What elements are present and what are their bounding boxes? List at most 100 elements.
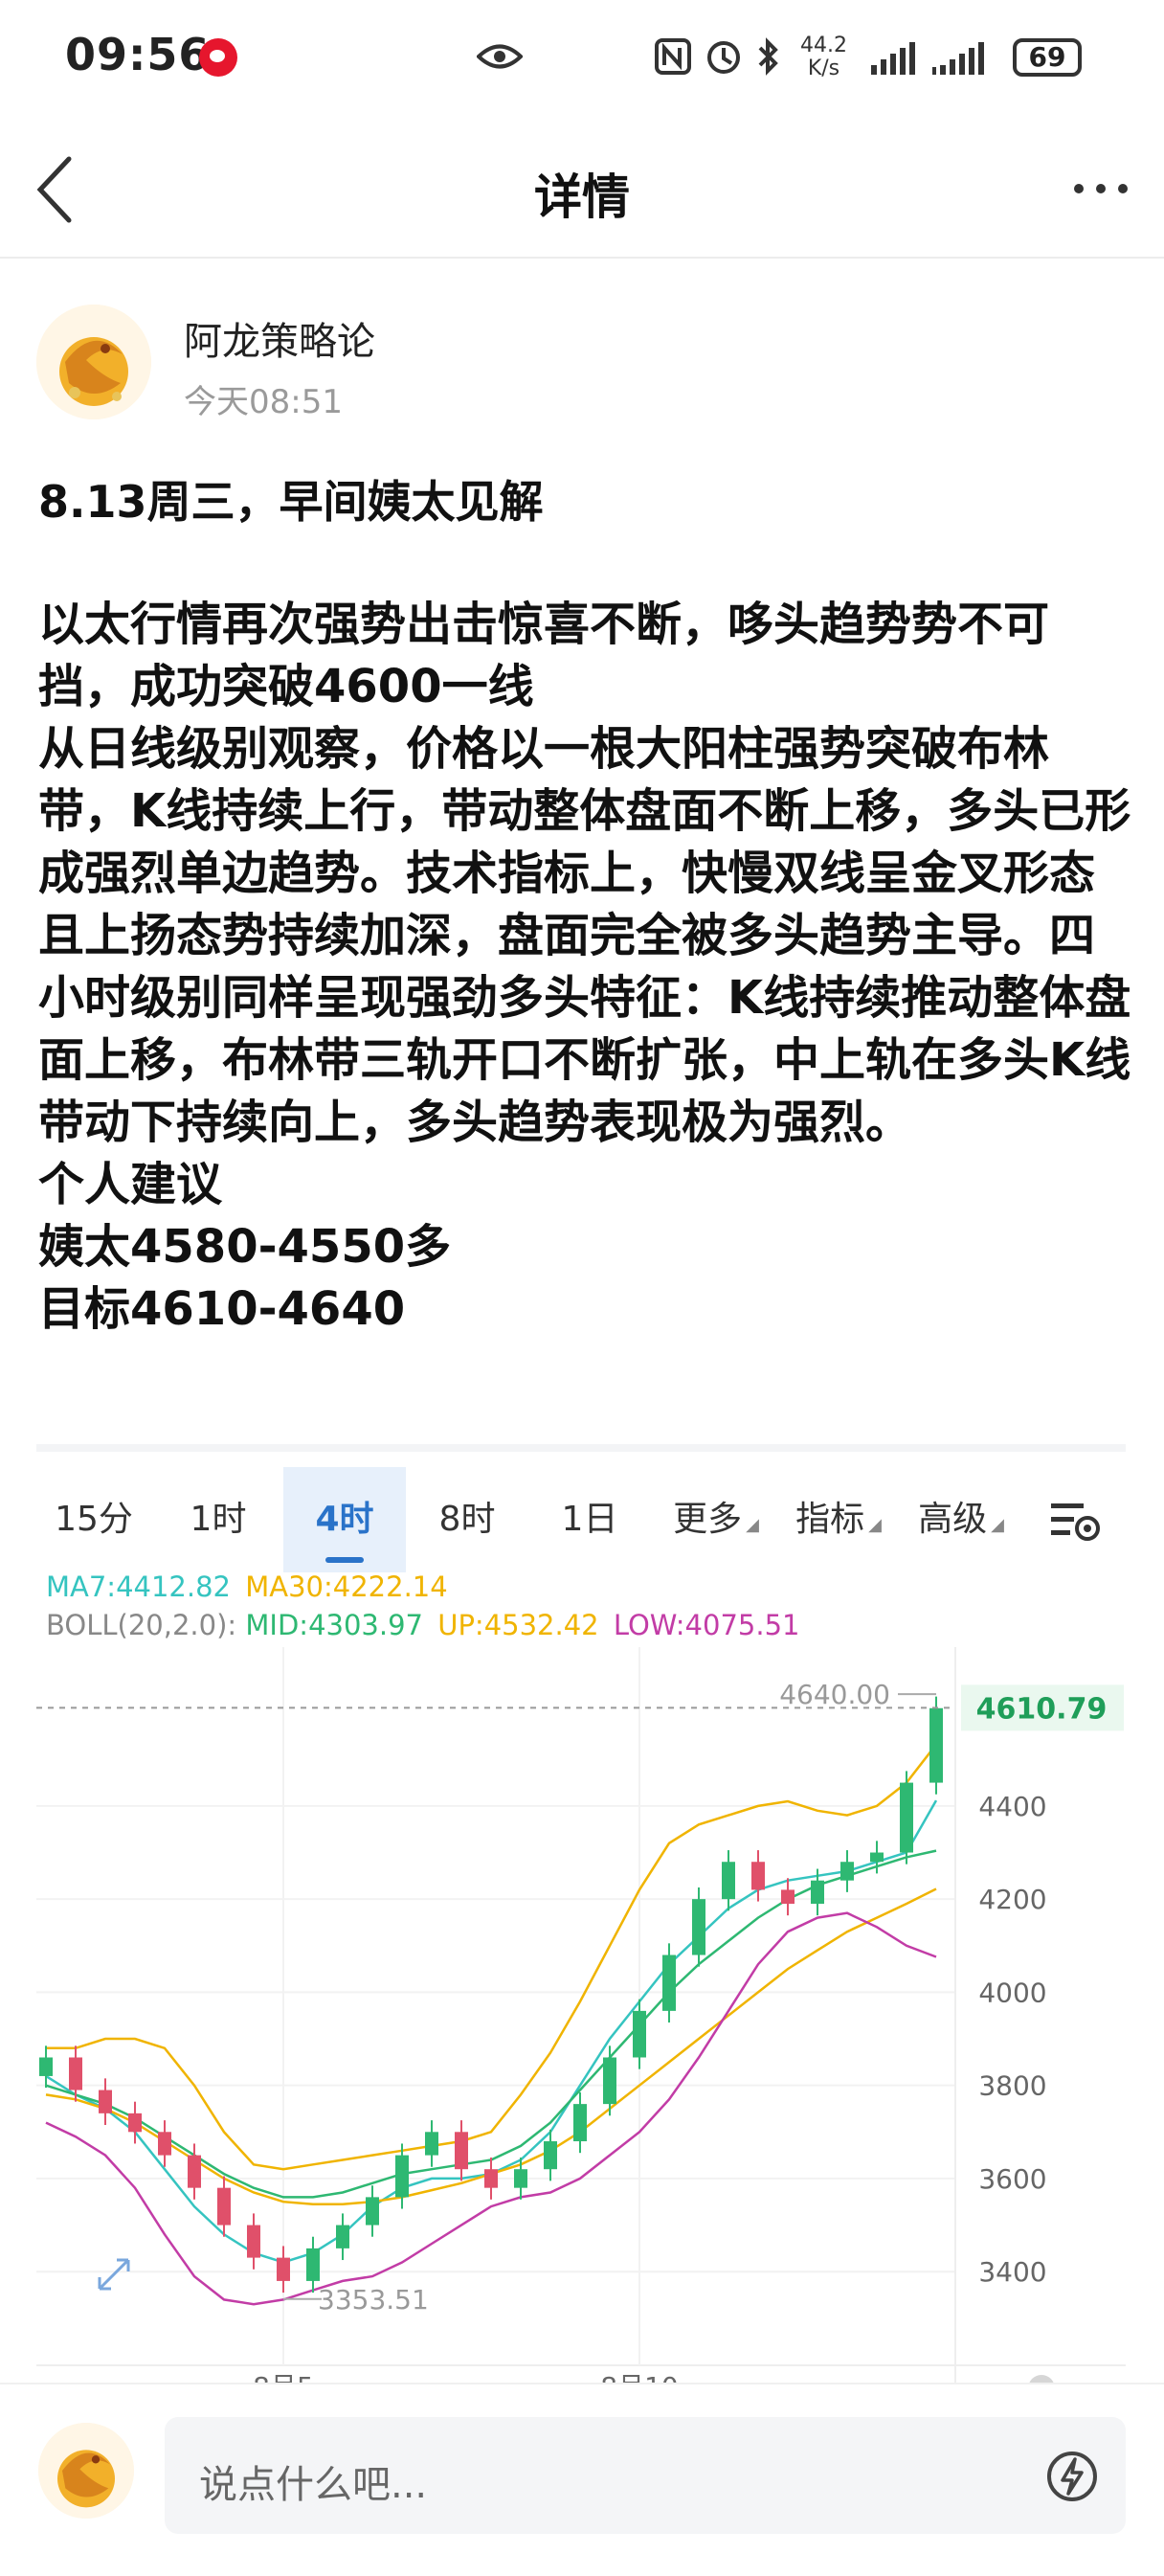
weibo-icon [199, 38, 237, 77]
more-dots-icon[interactable] [1072, 182, 1130, 195]
candle-body [722, 1862, 735, 1900]
series-line-low [45, 1911, 937, 2306]
caret-down-icon: ◢ [746, 1515, 759, 1535]
post-paragraph: 个人建议 [38, 1158, 223, 1211]
candle-body [366, 2197, 379, 2226]
y-tick-label: 4000 [978, 1977, 1046, 2008]
candle-body [395, 2155, 409, 2198]
candle-body [840, 1862, 854, 1881]
candle-body [781, 1889, 795, 1905]
y-tick-label: 3600 [978, 2163, 1046, 2195]
caret-down-icon: ◢ [868, 1515, 882, 1535]
boll-up-label: UP:4532.42 [437, 1609, 599, 1641]
candle-body [811, 1880, 824, 1905]
boll-indicator-legend: BOLL(20,2.0): MID:4303.97 UP:4532.42 LOW… [46, 1609, 799, 1641]
expand-icon [98, 2258, 130, 2291]
user-avatar[interactable] [38, 2423, 134, 2519]
tab-label: 高级 [918, 1500, 988, 1539]
candle-body [128, 2113, 142, 2133]
tab-indicators[interactable]: 指标 ◢ [779, 1467, 898, 1572]
candle-body [692, 1899, 705, 1955]
candle-body [69, 2057, 82, 2090]
signal-icon-2 [932, 42, 984, 75]
candle-body [484, 2169, 498, 2188]
post-title: 8.13周三，早间姨太见解 [38, 476, 544, 528]
eye-icon [477, 44, 523, 69]
candle-body [544, 2141, 557, 2170]
tab-15min[interactable]: 15分 [36, 1467, 151, 1572]
kline-chart[interactable]: 3400360038004000420044008月58月104610.7946… [36, 1647, 1126, 2384]
y-tick-label: 4200 [978, 1884, 1046, 1915]
boll-low-label: LOW:4075.51 [613, 1609, 800, 1641]
y-tick-label: 3800 [978, 2070, 1046, 2102]
net-speed-unit: K/s [807, 56, 840, 80]
post-body: 以太行情再次强势出击惊喜不断，哆头趋势势不可挡，成功突破4600一线 从日线级别… [38, 594, 1139, 1341]
caret-down-icon: ◢ [991, 1515, 1004, 1535]
candle-body [870, 1852, 884, 1863]
active-tab-indicator [325, 1557, 364, 1563]
y-tick-label: 4400 [978, 1791, 1046, 1822]
candle-body [900, 1782, 913, 1853]
post-time: 今天08:51 [184, 383, 343, 421]
boll-prefix: BOLL(20,2.0): [46, 1609, 237, 1641]
post-paragraph: 以太行情再次强势出击惊喜不断，哆头趋势势不可挡，成功突破4600一线 [38, 598, 1050, 713]
candle-body [99, 2090, 112, 2113]
author-avatar[interactable] [36, 305, 151, 419]
candle-body [247, 2225, 260, 2258]
network-speed: 44.2 K/s [800, 34, 847, 80]
candle-body [158, 2132, 171, 2156]
candle-body [633, 2010, 646, 2058]
tab-8h[interactable]: 8时 [410, 1467, 525, 1572]
candle-body [217, 2187, 231, 2226]
y-tick-label: 3400 [978, 2256, 1046, 2288]
tab-label: 指标 [795, 1500, 865, 1539]
candle-body [929, 1707, 943, 1783]
series-line-mid [45, 1849, 937, 2199]
candle-body [336, 2225, 349, 2248]
current-price-label: 4610.79 [976, 1692, 1108, 1726]
chart-card-top-band [36, 1444, 1126, 1452]
signal-icon [871, 42, 915, 75]
expand-icon-path [98, 2258, 130, 2291]
tab-label: 15分 [55, 1500, 133, 1539]
tab-more[interactable]: 更多 ◢ [657, 1467, 775, 1572]
battery-icon: 69 [1013, 38, 1082, 77]
comment-input[interactable]: 说点什么吧... [199, 2453, 427, 2509]
timeframe-tabs: 15分 1时 4时 8时 1日 更多 ◢ 指标 ◢ 高级 ◢ [36, 1467, 1126, 1572]
tab-1d[interactable]: 1日 [532, 1467, 647, 1572]
chart-settings-icon[interactable] [1049, 1498, 1103, 1544]
page-title: 详情 [534, 169, 630, 225]
candle-body [455, 2132, 468, 2170]
post-paragraph: 目标4610-4640 [38, 1282, 406, 1336]
ma-indicator-legend: MA7:4412.82 MA30:4222.14 [46, 1570, 448, 1603]
author-name[interactable]: 阿龙策略论 [184, 310, 375, 366]
emoji-lightning-icon[interactable] [1045, 2450, 1099, 2503]
boll-mid-label: MID:4303.97 [245, 1609, 423, 1641]
status-time: 09:56 [65, 29, 211, 80]
tab-label: 4时 [315, 1500, 374, 1539]
tab-label: 8时 [438, 1500, 496, 1539]
post-paragraph: 姨太4580-4550多 [38, 1220, 452, 1274]
candle-body [662, 1955, 676, 2011]
tab-label: 1时 [190, 1500, 247, 1539]
high-label: 4640.00 [779, 1679, 890, 1710]
candle-body [603, 2057, 616, 2105]
tab-1h[interactable]: 1时 [161, 1467, 276, 1572]
net-speed-value: 44.2 [800, 34, 847, 57]
tab-advanced[interactable]: 高级 ◢ [902, 1467, 1020, 1572]
nav-divider [0, 257, 1164, 259]
tab-label: 1日 [561, 1500, 618, 1539]
candle-body [751, 1862, 765, 1890]
candle-body [514, 2169, 527, 2188]
bluetooth-icon [758, 37, 778, 76]
candle-body [306, 2248, 320, 2281]
low-label: 3353.51 [318, 2284, 429, 2316]
series-line-ma30 [45, 1887, 937, 2205]
series-line-up [46, 1743, 937, 2171]
tab-4h[interactable]: 4时 [283, 1467, 406, 1572]
candle-body [573, 2104, 587, 2142]
ma30-label: MA30:4222.14 [245, 1570, 448, 1603]
candle-body [277, 2257, 290, 2281]
candle-body [425, 2132, 438, 2156]
candle-body [188, 2155, 201, 2188]
